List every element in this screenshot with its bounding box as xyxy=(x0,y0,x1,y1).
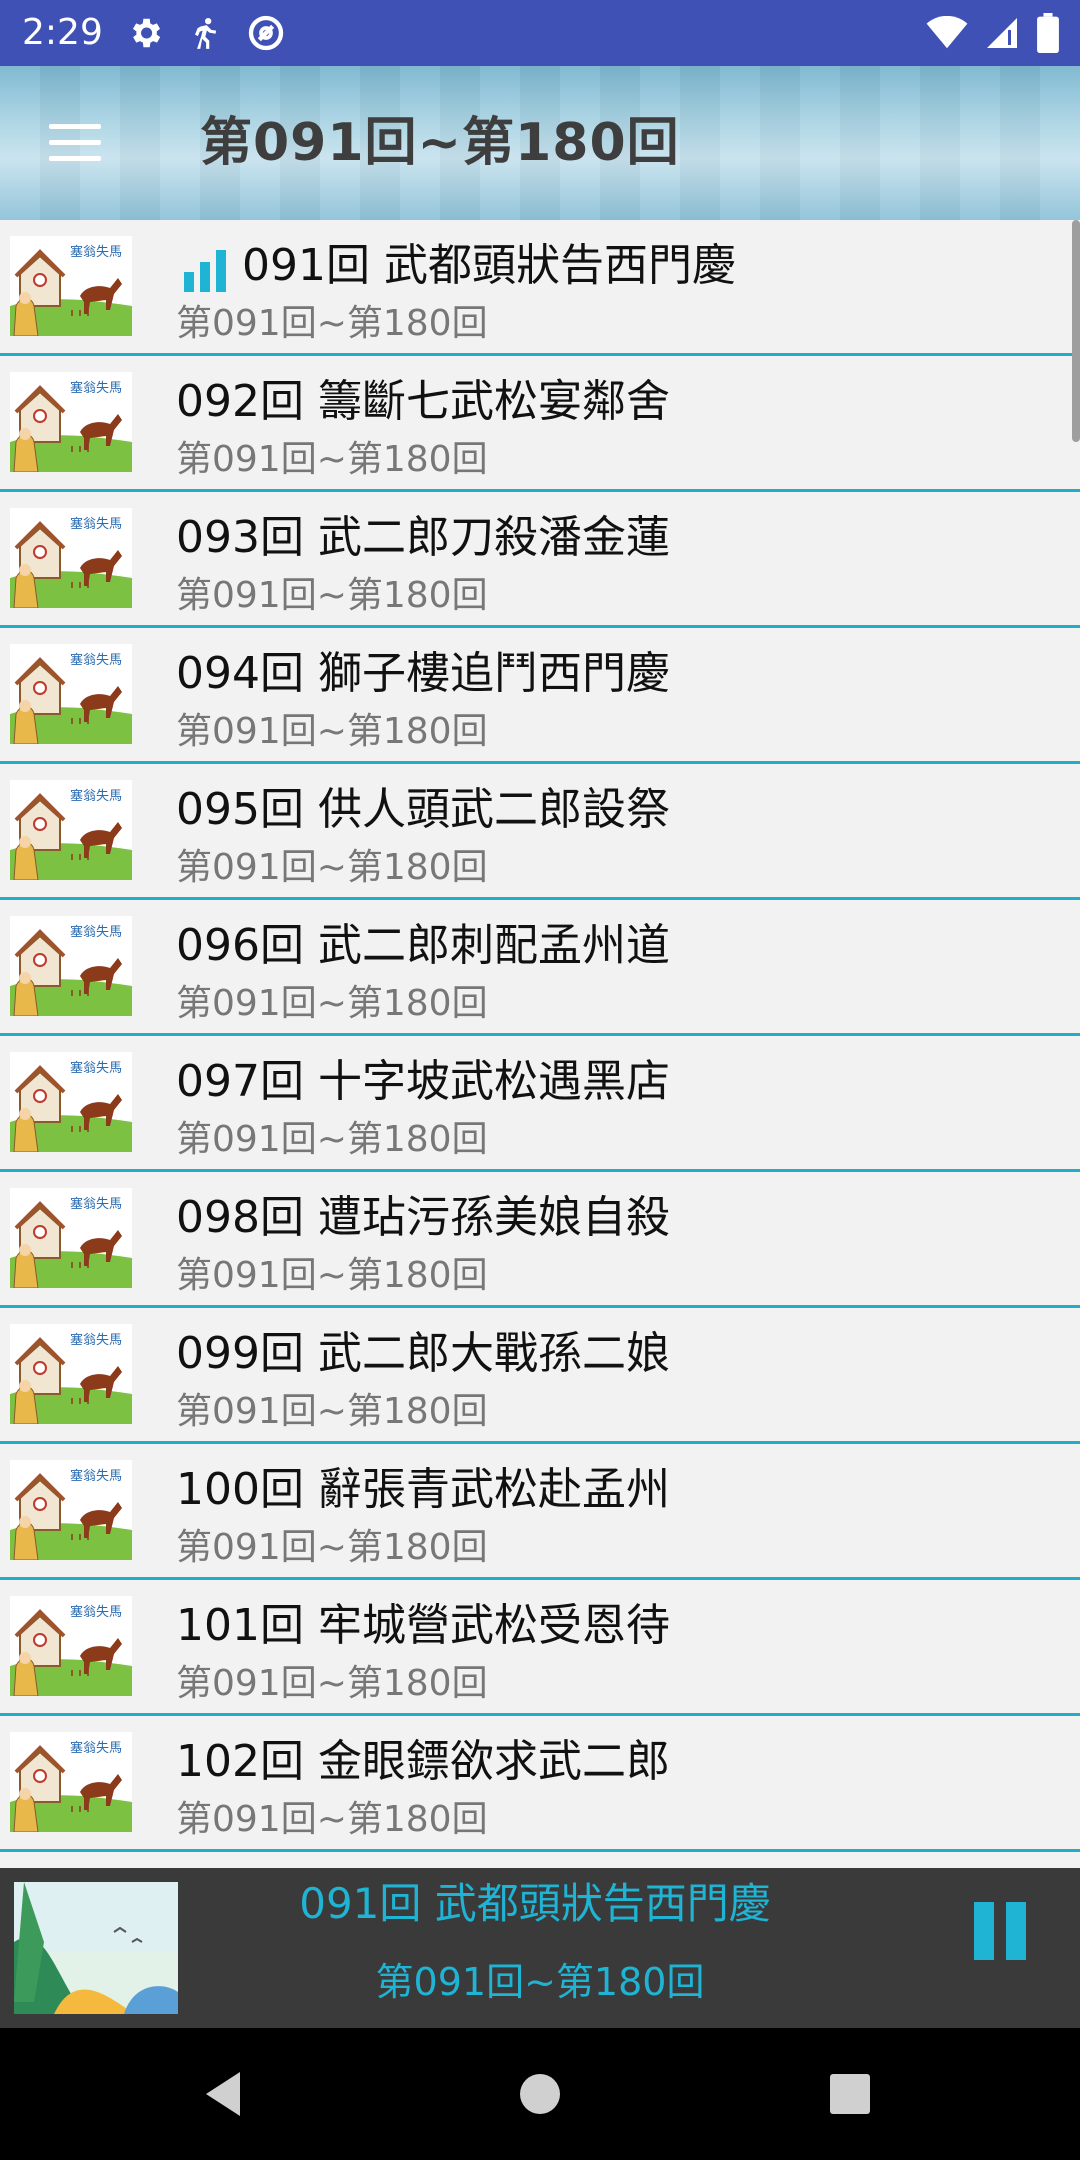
episode-thumbnail: 塞翁失馬 xyxy=(10,1596,132,1696)
now-playing-equalizer-icon xyxy=(184,250,226,292)
system-nav-bar xyxy=(0,2028,1080,2160)
thumbnail-caption: 塞翁失馬 xyxy=(70,1060,122,1076)
thumbnail-caption: 塞翁失馬 xyxy=(70,652,122,668)
episode-title: 092回 籌斷七武松宴鄰舍 xyxy=(176,376,670,427)
episode-subtitle: 第091回~第180回 xyxy=(176,1663,488,1704)
episode-subtitle: 第091回~第180回 xyxy=(176,1255,488,1296)
thumbnail-caption: 塞翁失馬 xyxy=(70,516,122,532)
list-item[interactable]: 塞翁失馬 100回 辭張青武松赴孟州 第091回~第180回 xyxy=(0,1444,1080,1580)
runner-icon xyxy=(195,17,217,49)
episode-title: 100回 辭張青武松赴孟州 xyxy=(176,1464,670,1515)
home-icon[interactable] xyxy=(508,2062,572,2126)
thumbnail-caption: 塞翁失馬 xyxy=(70,244,122,260)
episode-subtitle: 第091回~第180回 xyxy=(176,1391,488,1432)
list-item[interactable]: 塞翁失馬 097回 十字坡武松遇黑店 第091回~第180回 xyxy=(0,1036,1080,1172)
episode-title: 093回 武二郎刀殺潘金蓮 xyxy=(176,512,670,563)
list-item[interactable]: 塞翁失馬 095回 供人頭武二郎設祭 第091回~第180回 xyxy=(0,764,1080,900)
episode-subtitle: 第091回~第180回 xyxy=(176,1119,488,1160)
thumbnail-caption: 塞翁失馬 xyxy=(70,788,122,804)
page-title: 第091回~第180回 xyxy=(200,113,680,173)
episode-title: 098回 遭玷污孫美娘自殺 xyxy=(176,1192,670,1243)
episode-title: 102回 金眼鏢欲求武二郎 xyxy=(176,1736,670,1787)
list-item[interactable]: 塞翁失馬 092回 籌斷七武松宴鄰舍 第091回~第180回 xyxy=(0,356,1080,492)
now-playing-bar[interactable]: 091回 武都頭狀告西門慶 第091回~第180回 xyxy=(0,1868,1080,2028)
thumbnail-caption: 塞翁失馬 xyxy=(70,1332,122,1348)
episode-thumbnail: 塞翁失馬 xyxy=(10,1052,132,1152)
episode-thumbnail: 塞翁失馬 xyxy=(10,1460,132,1560)
episode-title: 101回 牢城營武松受恩待 xyxy=(176,1600,670,1651)
cell-signal-icon xyxy=(987,18,1017,48)
episode-thumbnail: 塞翁失馬 xyxy=(10,1324,132,1424)
recents-icon[interactable] xyxy=(818,2062,882,2126)
episode-subtitle: 第091回~第180回 xyxy=(176,847,488,888)
episode-list[interactable]: 塞翁失馬 091回 武都頭狀告西門慶 第091回~第180回 塞翁失馬 092回… xyxy=(0,220,1080,1868)
episode-subtitle: 第091回~第180回 xyxy=(176,303,488,344)
list-scrollbar[interactable] xyxy=(1072,220,1080,442)
thumbnail-caption: 塞翁失馬 xyxy=(70,1196,122,1212)
gear-icon xyxy=(132,18,161,48)
status-bar: 2:29 xyxy=(0,0,1080,66)
episode-thumbnail: 塞翁失馬 xyxy=(10,780,132,880)
episode-subtitle: 第091回~第180回 xyxy=(176,711,488,752)
list-item[interactable]: 塞翁失馬 102回 金眼鏢欲求武二郎 第091回~第180回 xyxy=(0,1716,1080,1852)
back-icon[interactable] xyxy=(190,2062,254,2126)
episode-subtitle: 第091回~第180回 xyxy=(176,439,488,480)
thumbnail-caption: 塞翁失馬 xyxy=(70,1740,122,1756)
episode-thumbnail: 塞翁失馬 xyxy=(10,1188,132,1288)
episode-subtitle: 第091回~第180回 xyxy=(176,983,488,1024)
episode-thumbnail: 塞翁失馬 xyxy=(10,236,132,336)
at-sync-icon xyxy=(248,15,284,51)
list-item[interactable]: 塞翁失馬 094回 獅子樓追鬥西門慶 第091回~第180回 xyxy=(0,628,1080,764)
episode-title: 099回 武二郎大戰孫二娘 xyxy=(176,1328,670,1379)
episode-thumbnail: 塞翁失馬 xyxy=(10,644,132,744)
episode-subtitle: 第091回~第180回 xyxy=(176,575,488,616)
episode-title: 095回 供人頭武二郎設祭 xyxy=(176,784,670,835)
thumbnail-caption: 塞翁失馬 xyxy=(70,1604,122,1620)
pause-icon[interactable] xyxy=(966,1902,1032,1986)
hamburger-menu-icon[interactable] xyxy=(36,112,114,174)
thumbnail-caption: 塞翁失馬 xyxy=(70,1468,122,1484)
now-playing-title: 091回 武都頭狀告西門慶 xyxy=(299,1879,771,1928)
episode-thumbnail: 塞翁失馬 xyxy=(10,916,132,1016)
thumbnail-caption: 塞翁失馬 xyxy=(70,924,122,940)
episode-title: 096回 武二郎刺配孟州道 xyxy=(176,920,670,971)
battery-icon xyxy=(1037,13,1059,53)
list-item[interactable]: 塞翁失馬 091回 武都頭狀告西門慶 第091回~第180回 xyxy=(0,220,1080,356)
list-item[interactable]: 塞翁失馬 093回 武二郎刀殺潘金蓮 第091回~第180回 xyxy=(0,492,1080,628)
wifi-icon xyxy=(926,16,968,49)
list-item[interactable]: 塞翁失馬 098回 遭玷污孫美娘自殺 第091回~第180回 xyxy=(0,1172,1080,1308)
episode-thumbnail: 塞翁失馬 xyxy=(10,508,132,608)
episode-title: 094回 獅子樓追鬥西門慶 xyxy=(176,648,670,699)
list-item[interactable]: 塞翁失馬 096回 武二郎刺配孟州道 第091回~第180回 xyxy=(0,900,1080,1036)
list-item[interactable]: 塞翁失馬 099回 武二郎大戰孫二娘 第091回~第180回 xyxy=(0,1308,1080,1444)
app-toolbar: 第091回~第180回 xyxy=(0,66,1080,220)
thumbnail-caption: 塞翁失馬 xyxy=(70,380,122,396)
episode-thumbnail: 塞翁失馬 xyxy=(10,1732,132,1832)
now-playing-subtitle: 第091回~第180回 xyxy=(375,1960,705,2004)
status-time: 2:29 xyxy=(22,12,103,53)
episode-title: 091回 武都頭狀告西門慶 xyxy=(242,240,736,291)
episode-subtitle: 第091回~第180回 xyxy=(176,1799,488,1840)
episode-thumbnail: 塞翁失馬 xyxy=(10,372,132,472)
episode-title: 097回 十字坡武松遇黑店 xyxy=(176,1056,670,1107)
list-item[interactable]: 塞翁失馬 101回 牢城營武松受恩待 第091回~第180回 xyxy=(0,1580,1080,1716)
episode-subtitle: 第091回~第180回 xyxy=(176,1527,488,1568)
